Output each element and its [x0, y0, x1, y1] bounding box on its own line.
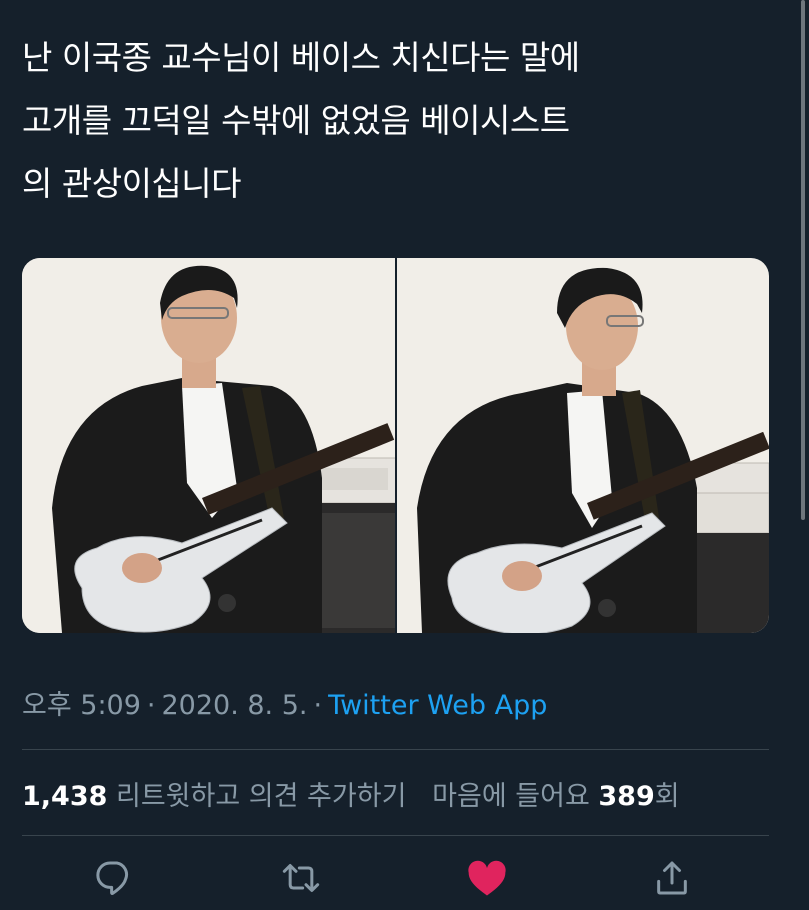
- share-icon: [652, 858, 692, 902]
- tweet-text: 난 이국종 교수님이 베이스 치신다는 말에 고개를 끄덕일 수밖에 없었음 베…: [22, 38, 580, 203]
- divider: [22, 835, 769, 836]
- meta-separator: ·: [313, 690, 323, 721]
- like-label: 마음에 들어요: [432, 781, 590, 812]
- like-count: 389: [598, 781, 655, 812]
- retweet-count: 1,438: [22, 781, 108, 812]
- tweet-date[interactable]: 2020. 8. 5.: [162, 690, 308, 721]
- scrollbar[interactable]: [801, 0, 805, 520]
- retweet-icon: [279, 858, 323, 902]
- photo-bassist-left[interactable]: [22, 258, 395, 633]
- tweet-stats: 1,438 리트윗하고 의견 추가하기 마음에 들어요 389회: [22, 774, 680, 813]
- tweet-actions: [0, 858, 809, 904]
- like-button[interactable]: [465, 858, 509, 902]
- reply-icon: [96, 858, 136, 902]
- reply-button[interactable]: [94, 858, 138, 902]
- retweet-label: 리트윗하고 의견 추가하기: [116, 781, 407, 812]
- share-button[interactable]: [650, 858, 694, 902]
- meta-separator: ·: [146, 690, 156, 721]
- tweet-media[interactable]: [22, 258, 769, 633]
- retweets-stat[interactable]: 1,438 리트윗하고 의견 추가하기: [22, 781, 406, 812]
- retweet-button[interactable]: [279, 858, 323, 902]
- tweet-source-link[interactable]: Twitter Web App: [328, 690, 547, 721]
- tweet-time[interactable]: 오후 5:09: [22, 690, 141, 721]
- photo-bassist-right[interactable]: [397, 258, 769, 633]
- likes-stat[interactable]: 마음에 들어요 389회: [432, 781, 679, 812]
- tweet-meta: 오후 5:09 · 2020. 8. 5. · Twitter Web App: [22, 683, 547, 722]
- heart-icon: [466, 858, 508, 902]
- divider: [22, 749, 769, 750]
- like-suffix: 회: [654, 781, 680, 812]
